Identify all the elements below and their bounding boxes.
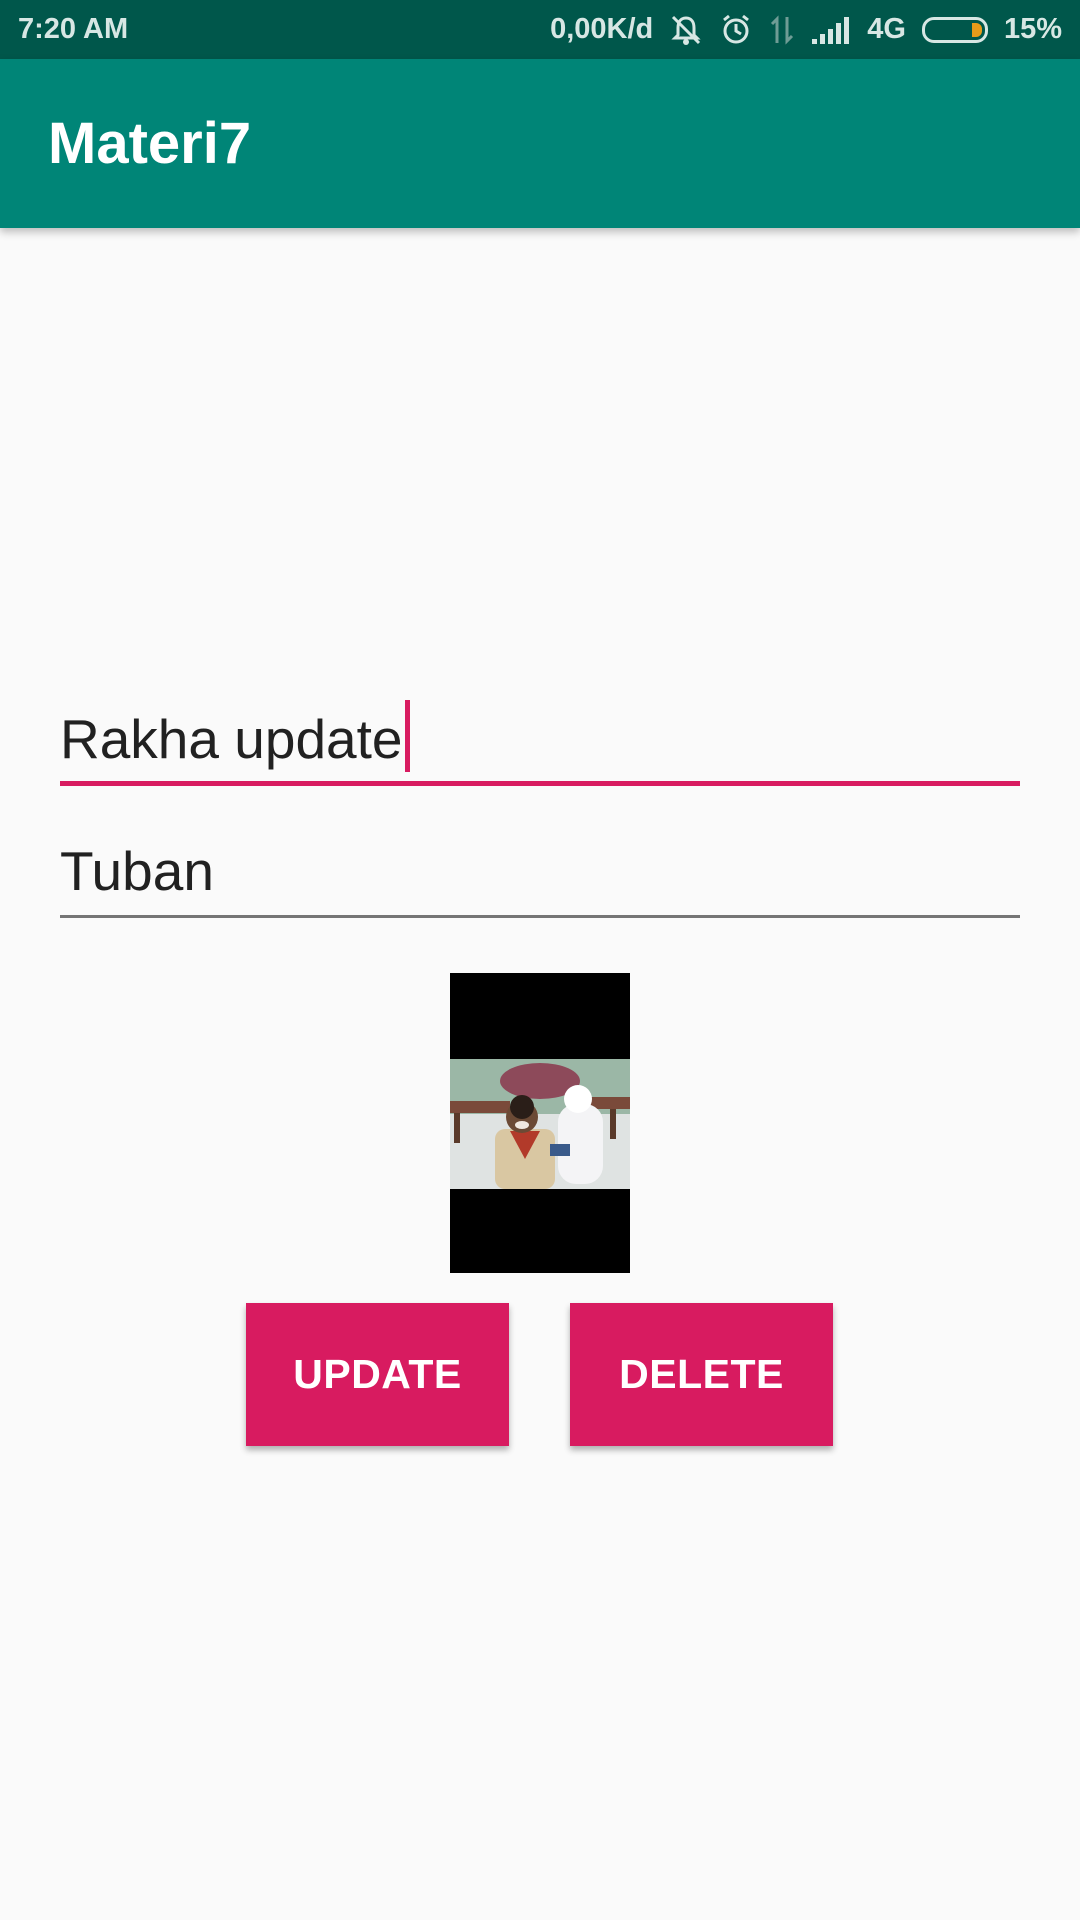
signal-icon — [811, 15, 851, 45]
alarm-icon — [719, 13, 753, 47]
photo-image — [450, 1059, 630, 1189]
city-input-value: Tuban — [60, 840, 214, 902]
text-cursor — [404, 700, 410, 772]
update-button[interactable]: UPDATE — [246, 1303, 509, 1446]
battery-percent: 15% — [1003, 13, 1062, 45]
status-bar: 7:20 AM 0,00K/d 4G 15% — [0, 0, 1080, 59]
battery-icon — [921, 16, 988, 43]
name-input-value: Rakha update — [60, 708, 403, 770]
network-speed: 0,00K/d — [550, 13, 654, 45]
data-transfer-icon — [769, 13, 795, 47]
name-input[interactable]: Rakha update — [60, 700, 1020, 786]
status-time: 7:20 AM — [18, 13, 129, 45]
status-icons: 0,00K/d 4G 15% — [550, 13, 1062, 47]
network-type: 4G — [867, 13, 906, 45]
mute-icon — [669, 13, 703, 47]
battery-level — [971, 22, 982, 37]
photo-preview[interactable] — [450, 973, 630, 1273]
app-bar: Materi7 — [0, 59, 1080, 228]
app-title: Materi7 — [48, 111, 252, 176]
city-input[interactable]: Tuban — [60, 836, 1020, 918]
delete-button[interactable]: DELETE — [570, 1303, 833, 1446]
